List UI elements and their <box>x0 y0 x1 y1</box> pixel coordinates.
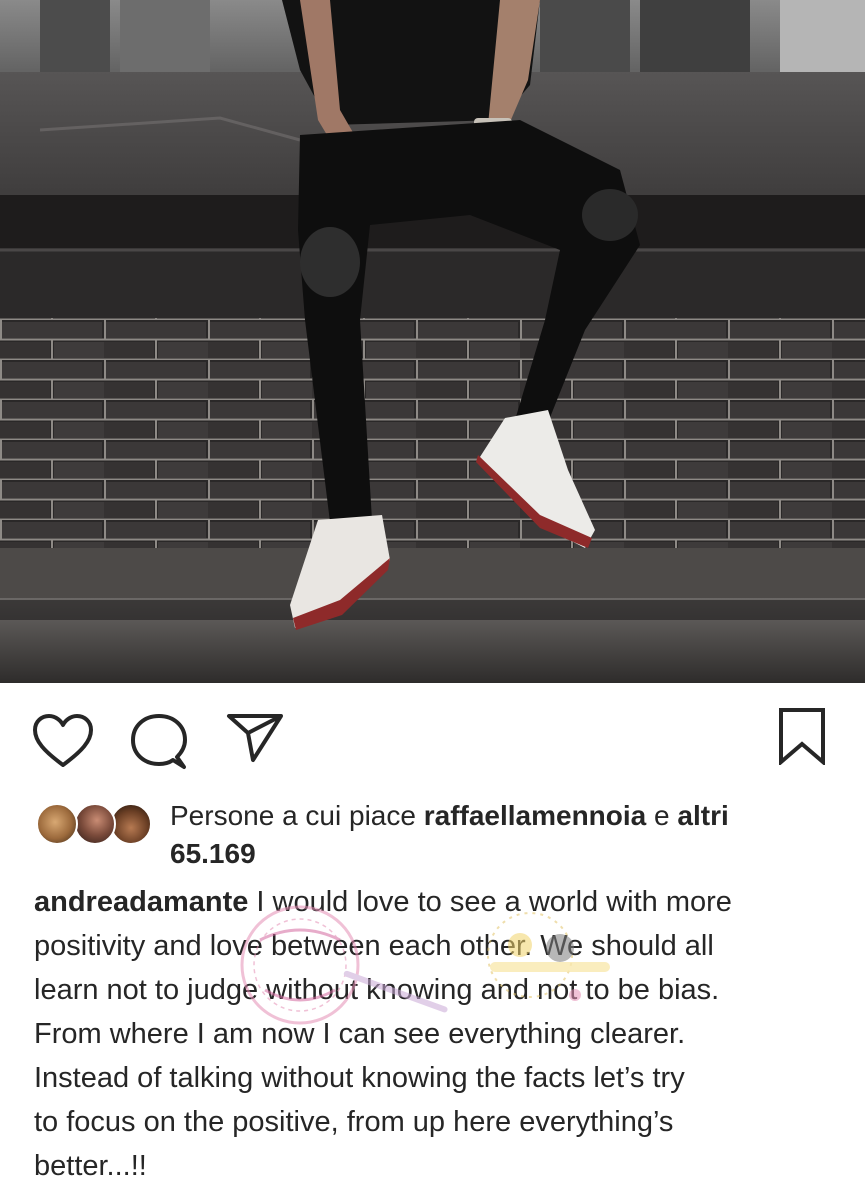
likes-prefix: Persone a cui piace <box>170 800 424 831</box>
caption-line: positivity and love between each other. … <box>34 930 714 962</box>
caption-username-link[interactable]: andreadamante <box>34 886 248 918</box>
caption-line: Instead of talking without knowing the f… <box>34 1062 685 1094</box>
caption-text: I would love to see a world with more <box>248 886 732 918</box>
caption-line: better...!! <box>34 1150 147 1182</box>
share-button[interactable] <box>226 713 284 763</box>
like-button[interactable] <box>32 713 94 769</box>
likes-joiner: e <box>646 800 678 831</box>
caption-line: andreadamante I would love to see a worl… <box>34 880 834 924</box>
caption-line: to focus on the positive, from up here e… <box>34 1106 674 1138</box>
avatar[interactable] <box>110 803 152 845</box>
bookmark-icon <box>779 708 825 767</box>
photo-art <box>0 0 865 683</box>
others-label-link[interactable]: altri <box>677 800 728 831</box>
post-photo[interactable] <box>0 0 865 683</box>
avatar[interactable] <box>74 803 116 845</box>
post-caption: andreadamante I would love to see a worl… <box>34 880 834 1188</box>
likes-summary: Persone a cui piace raffaellamennoia e a… <box>170 797 840 873</box>
action-bar <box>0 683 865 793</box>
likes-count-link[interactable]: 65.169 <box>170 838 256 869</box>
caption-line: From where I am now I can see everything… <box>34 1018 686 1050</box>
heart-icon <box>33 714 93 767</box>
liker-username-link[interactable]: raffaellamennoia <box>424 800 647 831</box>
avatar[interactable] <box>36 803 78 845</box>
comment-button[interactable] <box>130 713 188 771</box>
save-button[interactable] <box>778 707 826 767</box>
likes-row: Persone a cui piace raffaellamennoia e a… <box>0 793 865 875</box>
paper-plane-icon <box>227 714 283 762</box>
liker-avatars[interactable] <box>36 803 156 847</box>
caption-line: learn not to judge without knowing and n… <box>34 974 720 1006</box>
comment-icon <box>131 714 187 769</box>
